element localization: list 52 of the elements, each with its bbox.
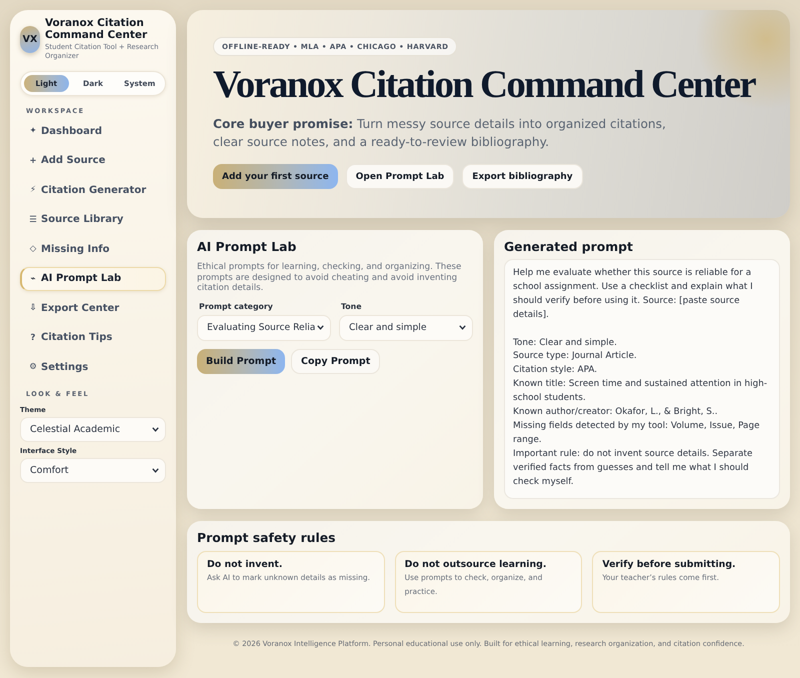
secondary-button[interactable]: Open Prompt Lab	[346, 164, 454, 189]
select-field[interactable]: Celestial Academic	[20, 416, 166, 442]
hero-promise: Core buyer promise: Turn messy source details into organized citations, clear source notes, and a ready-to-review bibliography.	[213, 116, 667, 151]
card-title: Prompt safety rules	[197, 530, 337, 546]
nav-label: AI Prompt Lab	[41, 273, 122, 284]
nav-item[interactable]: ☰ Source Library	[20, 208, 166, 232]
app-title: Voranox Citation Command Center	[45, 18, 148, 41]
nav-icon: ⚡	[29, 185, 37, 196]
nav-label: Citation Tips	[41, 332, 112, 344]
rule-title: Verify before submitting.	[602, 559, 737, 570]
card-description: Ethical prompts for learning, checking, and organizing. These prompts are designed to avoid cheating and avoid inventing citation details.	[197, 262, 462, 294]
primary-button[interactable]: Add your first source	[213, 164, 338, 189]
nav-label: Add Source	[41, 155, 106, 166]
nav-icon: ☰	[29, 214, 37, 225]
secondary-button[interactable]: Copy Prompt	[291, 348, 380, 374]
nav-label: Settings	[41, 362, 88, 373]
nav-item[interactable]: ✦ Dashboard	[20, 119, 166, 144]
nav-label: Source Library	[41, 214, 124, 226]
nav-icon: ⌁	[29, 274, 37, 284]
nav-icon: ⚙	[29, 362, 37, 372]
nav-item[interactable]: ⌁ AI Prompt Lab	[20, 266, 166, 291]
card-title: Generated prompt	[504, 239, 634, 255]
chevron-down-icon	[459, 325, 466, 330]
secondary-button[interactable]: Export bibliography	[462, 164, 583, 189]
nav-icon: ◇	[29, 244, 37, 254]
chevron-down-icon	[317, 325, 324, 330]
select-field[interactable]: Evaluating Source Relia	[197, 314, 331, 340]
nav-icon: ?	[29, 332, 37, 343]
nav-icon: ✦	[29, 126, 37, 136]
nav-item[interactable]: ⚡ Citation Generator	[20, 178, 166, 202]
select-field[interactable]: Clear and simple	[339, 314, 473, 340]
logo-badge: VX	[20, 26, 40, 53]
nav-icon: +	[29, 156, 37, 166]
nav-item[interactable]: + Add Source	[20, 148, 166, 173]
card-title: AI Prompt Lab	[197, 239, 298, 255]
chevron-down-icon	[152, 426, 159, 432]
nav-label: Citation Generator	[41, 184, 146, 196]
nav-label: Export Center	[41, 302, 120, 314]
nav-item[interactable]: ⇩ Export Center	[20, 296, 166, 320]
nav-icon: ⇩	[29, 303, 37, 314]
nav-label: Dashboard	[41, 126, 102, 137]
rule-title: Do not invent.	[207, 559, 284, 570]
hero-title: Voranox Citation Command Center	[213, 64, 755, 106]
rule-title: Do not outsource learning.	[404, 559, 548, 570]
prompt-output[interactable]: Help me evaluate whether this source is reliable for a school assignment. Use a checklist and explain what I should verify before using it. Source: [paste source details]. Tone: Clear and simple. Source type: Journal Article. Citation style: APA. Known title: Screen time and sustained attention in high-school students. Known author/creator: Okafor, L., & Bright, S.. Missing fields detected by my tool: Volume, Issue, Page range. Important rule: do not invent source details. Separate verified facts from guesses and tell me what I should check myself.	[504, 259, 780, 499]
nav-item[interactable]: ? Citation Tips	[20, 326, 166, 350]
chevron-down-icon	[152, 468, 159, 472]
nav-label: Missing Info	[41, 244, 110, 255]
nav-item[interactable]: ◇ Missing Info	[20, 237, 166, 262]
primary-button[interactable]: Build Prompt	[197, 348, 286, 374]
nav-item[interactable]: ⚙ Settings	[20, 355, 166, 380]
select-field[interactable]: Comfort	[20, 458, 166, 482]
